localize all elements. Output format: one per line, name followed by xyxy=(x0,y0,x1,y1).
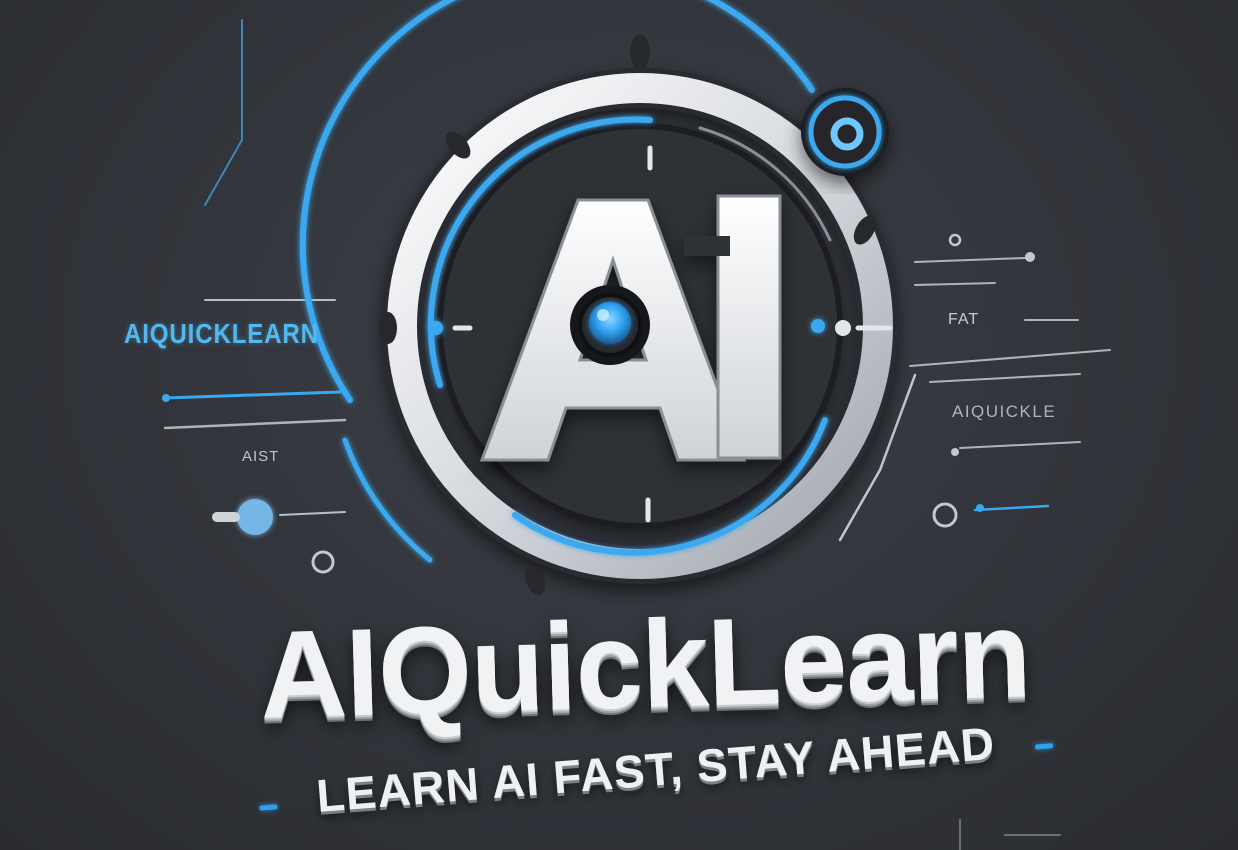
logo-canvas: AIQUICKLEARN AIST FAT AIQUICKLE AIQuickL… xyxy=(0,0,1238,850)
ring-dot xyxy=(948,233,962,247)
side-small-label: AIST xyxy=(242,448,280,465)
ring-dot xyxy=(311,550,335,574)
left-circuit-lines xyxy=(163,19,347,516)
side-brand-label-right: AIQUICKLE xyxy=(952,402,1057,421)
node-dot xyxy=(212,512,240,522)
ring-dot xyxy=(932,502,958,528)
pin-node xyxy=(801,88,889,176)
side-brand-label: AIQUICKLEARN xyxy=(124,318,319,349)
node-dot xyxy=(237,499,273,535)
node-dot xyxy=(1025,252,1035,262)
node-dot xyxy=(429,321,443,335)
node-dot xyxy=(976,504,984,512)
node-dot xyxy=(811,319,825,333)
node-dot xyxy=(951,448,959,456)
node-dot xyxy=(162,394,170,402)
dash-accent xyxy=(259,804,278,811)
dash-accent xyxy=(1034,743,1054,750)
core-node xyxy=(570,285,650,365)
side-small-label-right: FAT xyxy=(948,311,980,328)
node-dot xyxy=(835,320,851,336)
